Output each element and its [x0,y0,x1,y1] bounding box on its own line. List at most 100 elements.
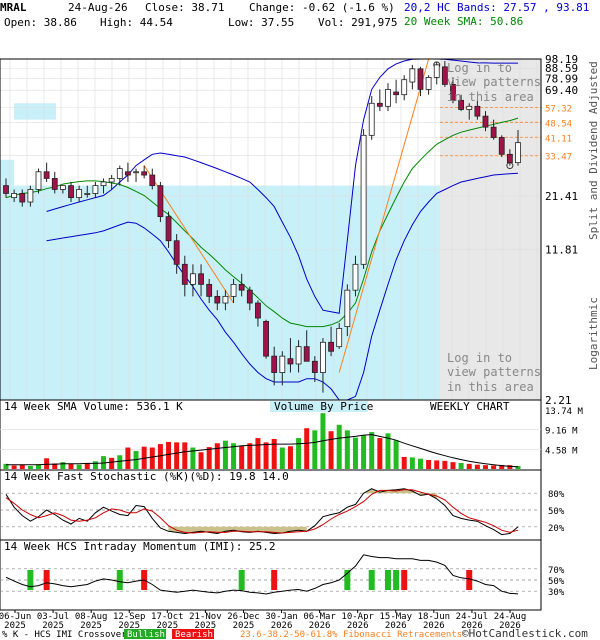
bullish-candle-body [35,171,42,190]
volume-bar [352,437,358,469]
bullish-candle-body [360,134,367,265]
volume-bar [92,461,98,469]
volume-bar [76,464,82,469]
bullish-candle-body [11,193,18,199]
bearish-candle-body [263,320,269,357]
volume-bar [369,432,375,469]
bearish-candle-body [328,341,334,352]
bearish-candle-body [43,171,50,179]
volume-bar [458,462,464,469]
volume-bar [409,457,415,469]
volume-bar [491,465,497,469]
login-line-1[interactable]: Log in to [447,351,512,365]
price-axis: 98.1988.5978.9969.4021.4111.812.2157.324… [545,53,578,407]
volume-panel: 14 Week SMA Volume: 536.1 K Volume By Pr… [0,399,584,471]
side-label-adjusted: Split and Dividend Adjusted [587,61,600,240]
volume-bar [166,441,172,469]
volume-bar [312,430,318,469]
fibonacci-label: 23.6-38.2-50-61.8% Fibonacci Retracement… [240,630,462,640]
imi-panel: 14 Week HCS Intraday Momentum (IMI): 25.… [0,539,565,611]
bearish-candle-body [311,360,318,373]
quote-open: Open: 38.86 [4,16,77,29]
bullish-candle-body [320,341,326,373]
bearish-candle-body [506,153,513,164]
volume-bar [466,463,472,469]
bullish-candle-body [222,295,229,304]
bullish-candle-body [279,355,286,373]
volume-bar [426,459,432,469]
volume-bar [279,447,285,469]
bullish-candle-body [401,79,408,96]
volume-bar [377,438,383,469]
volume-bar [401,456,407,469]
bearish-candle-body [303,346,310,362]
bullish-candle-body [425,77,432,90]
volume-bar [450,462,456,469]
volume-bar [247,443,253,469]
bullish-candle-body [133,171,139,174]
login-line-2[interactable]: view patterns [447,365,541,379]
quote-high: High: 44.54 [100,16,173,29]
imi-title: 14 Week HCS Intraday Momentum (IMI): 25.… [4,540,276,553]
price-tick-label: 11.81 [545,243,578,256]
volume-bar [417,458,423,469]
login-line-2[interactable]: view patterns [447,75,541,89]
crossover-label: % K - HCS IMI Crossover: [2,630,132,640]
quote-close: Close: 38.71 [145,1,224,14]
bullish-candle-body [336,328,343,348]
bearish-candle-body [482,115,489,128]
imi-tick-label: 70% [548,566,565,576]
bearish-candle-body [393,91,399,96]
bullish-candle-body [230,283,237,297]
volume-bar [214,443,220,469]
bearish-crossover-bar [401,570,408,590]
volume-bar [182,442,188,469]
bullish-candle-body [409,68,416,83]
volume-bar [19,464,25,469]
bullish-candle-body [344,289,351,328]
volume-tick-label: 9.16 M [545,427,578,437]
bullish-label: Bullish [127,630,165,640]
volume-bar [328,431,334,469]
bullish-crossover-bar [384,570,391,590]
login-line-3[interactable]: in this area [447,380,534,394]
stock-chart: MRAL 24-Aug-26 Close: 38.71 Change: -0.6… [0,1,600,640]
bearish-candle-body [255,302,261,319]
bands-readout: 20,2 HC Bands: 27.57 , 93.81 [404,1,589,14]
stochastic-tick-label: 20% [548,524,565,534]
bearish-candle-body [149,174,156,187]
login-line-3[interactable]: in this area [447,90,534,104]
fibonacci-label: 57.32 [545,104,572,114]
bullish-crossover-bar [116,570,123,590]
bullish-candle-body [92,185,99,194]
volume-bar [507,465,513,469]
login-line-1[interactable]: Log in to [447,61,512,75]
volume-bar [296,438,302,469]
bullish-candle-body [190,273,196,285]
fibonacci-label: 48.54 [545,119,572,129]
bearish-label: Bearish [175,630,213,640]
bearish-candle-body [181,263,188,285]
bearish-candle-body [246,289,253,304]
bearish-candle-body [173,240,180,265]
bearish-candle-body [198,273,204,285]
volume-bar [174,442,180,469]
quote-date: 24-Aug-26 [68,1,128,14]
imi-tick-label: 30% [548,588,565,598]
date-axis: 06-Jun202503-Jul202508-Aug202512-Sep2025… [0,610,526,631]
bearish-candle-body [165,216,172,242]
bearish-candle-body [68,185,74,199]
bearish-candle-body [3,185,9,194]
volume-bar [222,440,228,469]
volume-by-price-label: Volume By Price [274,400,373,413]
fibonacci-label: 41.11 [545,134,572,144]
bearish-crossover-bar [43,570,50,590]
volume-bar [198,452,204,469]
bullish-candle-body [295,346,302,365]
bullish-candle-body [84,193,91,195]
volume-bar [336,424,342,469]
copyright[interactable]: ©HotCandlestick.com [462,627,588,640]
price-tick-label: 69.40 [545,84,578,97]
side-label-log: Logarithmic [587,297,600,370]
bearish-candle-body [287,358,294,365]
